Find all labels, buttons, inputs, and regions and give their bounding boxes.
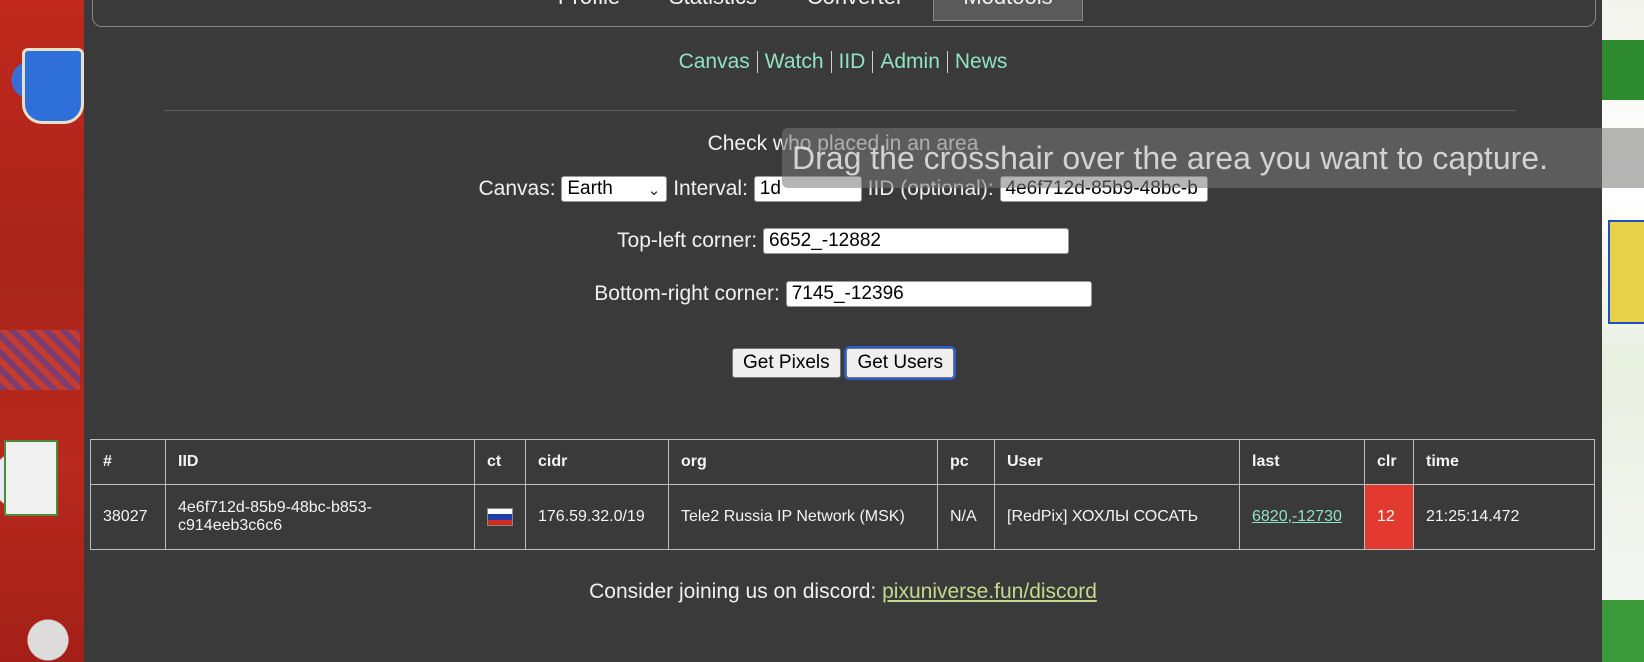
footer: Consider joining us on discord: pixunive… (84, 580, 1602, 604)
cell-clr: 12 (1364, 484, 1414, 550)
top-left-input[interactable]: 6652_-12882 (762, 228, 1069, 254)
subnav-iid[interactable]: IID (832, 50, 873, 73)
cell-iid: 4e6f712d-85b9-48bc-b853- c914eeb3c6c6 (165, 484, 475, 550)
cell-last: 6820,-12730 (1239, 484, 1365, 550)
subnav-admin[interactable]: Admin (873, 50, 947, 73)
footer-text: Consider joining us on discord: (589, 580, 883, 603)
crosshair-tooltip: Drag the crosshair over the area you wan… (782, 128, 1644, 188)
chevron-down-icon: ⌄ (647, 182, 661, 199)
results-table: # IID ct cidr org pc User last clr time … (90, 439, 1595, 550)
tab-modtools[interactable]: Modtools (933, 0, 1083, 21)
cell-iid-line2: c914eeb3c6c6 (178, 517, 283, 534)
subnav-canvas[interactable]: Canvas (672, 50, 757, 73)
map-emblem-icon (22, 48, 84, 124)
map-pixel-art (1608, 220, 1644, 324)
russia-flag-icon (487, 507, 513, 526)
last-coords-link[interactable]: 6820,-12730 (1252, 508, 1342, 525)
tab-converter[interactable]: Converter (793, 0, 917, 20)
col-time: time (1413, 439, 1595, 485)
interval-label: Interval: (673, 177, 748, 200)
subnav-watch[interactable]: Watch (758, 50, 831, 73)
top-left-label: Top-left corner: (617, 229, 758, 252)
tab-bar: Profile Statistics Converter Modtools (92, 0, 1596, 27)
canvas-map-left (0, 0, 84, 662)
table-row: 38027 4e6f712d-85b9-48bc-b853- c914eeb3c6… (90, 484, 1595, 550)
cell-ct (474, 484, 526, 550)
screen: Profile Statistics Converter Modtools Ca… (0, 0, 1644, 662)
tab-profile[interactable]: Profile (539, 0, 639, 20)
col-clr: clr (1364, 439, 1414, 485)
map-pixel-art (1602, 40, 1644, 100)
map-pixel-art (1602, 600, 1644, 662)
modtools-panel: Profile Statistics Converter Modtools Ca… (84, 0, 1602, 662)
canvas-select-value: Earth (567, 178, 613, 199)
bottom-right-label: Bottom-right corner: (594, 282, 780, 305)
get-users-button[interactable]: Get Users (844, 346, 956, 380)
canvas-label: Canvas: (478, 177, 556, 200)
action-row: Get Pixels Get Users (84, 346, 1602, 380)
col-number: # (90, 439, 166, 485)
table-header-row: # IID ct cidr org pc User last clr time (90, 439, 1595, 485)
tab-statistics[interactable]: Statistics (651, 0, 775, 20)
col-pc: pc (937, 439, 995, 485)
cell-org: Tele2 Russia IP Network (MSK) (668, 484, 938, 550)
get-pixels-button[interactable]: Get Pixels (732, 348, 841, 378)
col-last: last (1239, 439, 1365, 485)
cell-iid-line1: 4e6f712d-85b9-48bc-b853- (178, 499, 372, 516)
canvas-select[interactable]: Earth ⌄ (561, 176, 668, 202)
map-pixel-art (0, 330, 80, 390)
discord-link[interactable]: pixuniverse.fun/discord (882, 580, 1097, 603)
bottom-right-row: Bottom-right corner: 7145_-12396 (84, 281, 1602, 307)
canvas-map-right (1602, 0, 1644, 662)
modtools-subnav: Canvas Watch IID Admin News (84, 50, 1602, 74)
divider (164, 110, 1516, 111)
col-iid: IID (165, 439, 475, 485)
col-ct: ct (474, 439, 526, 485)
top-left-row: Top-left corner: 6652_-12882 (84, 228, 1602, 254)
col-org: org (668, 439, 938, 485)
cell-number: 38027 (90, 484, 166, 550)
cell-time: 21:25:14.472 (1413, 484, 1595, 550)
col-cidr: cidr (525, 439, 669, 485)
col-user: User (994, 439, 1240, 485)
cell-pc: N/A (937, 484, 995, 550)
map-emblem-icon (4, 440, 58, 516)
subnav-news[interactable]: News (948, 50, 1015, 73)
bottom-right-input[interactable]: 7145_-12396 (785, 281, 1092, 307)
cell-user: [RedPix] ХОХЛЫ СОСАТЬ (994, 484, 1240, 550)
cell-cidr: 176.59.32.0/19 (525, 484, 669, 550)
